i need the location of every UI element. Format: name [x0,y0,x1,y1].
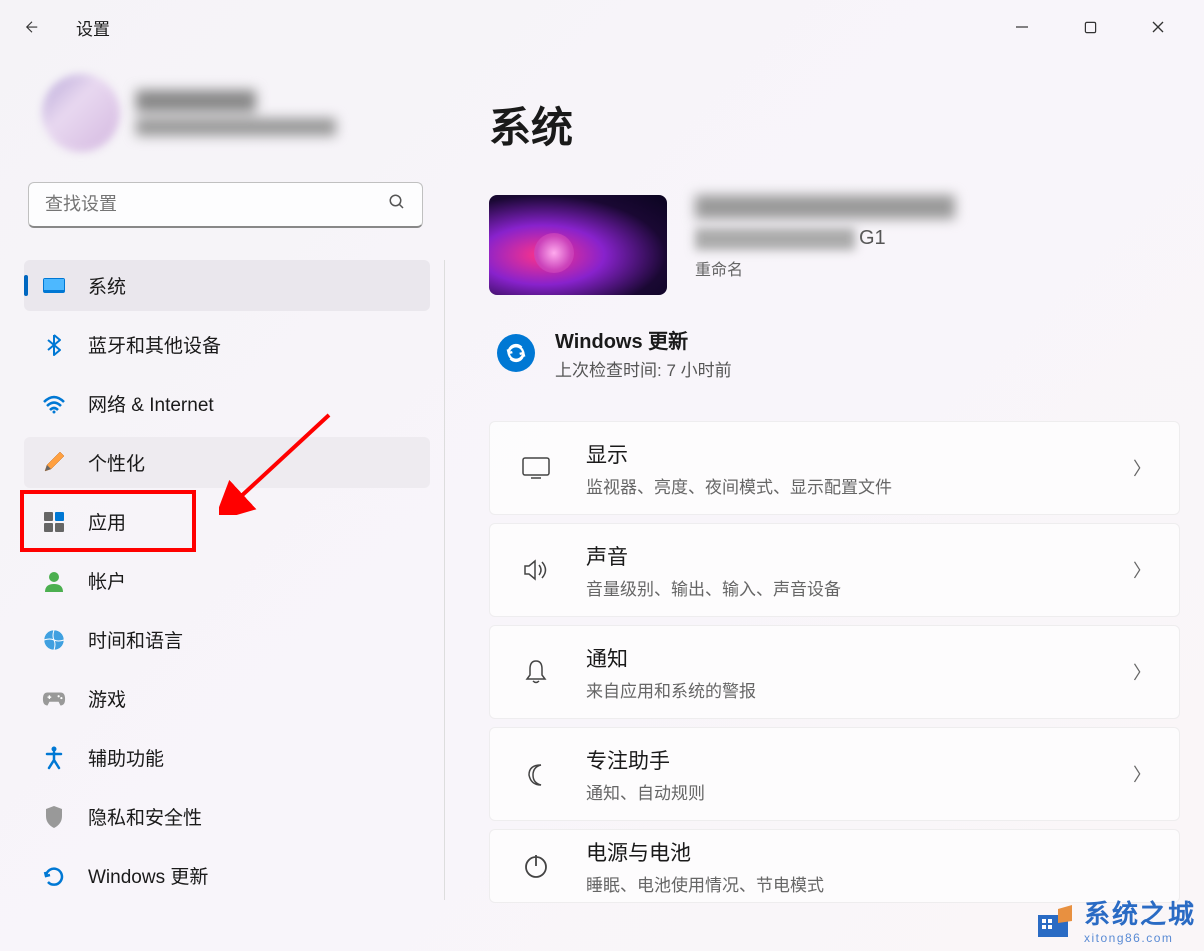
device-info-section: G1 重命名 [489,195,1180,295]
update-status-icon [497,334,535,372]
nav-gaming[interactable]: 游戏 [24,673,430,724]
card-power[interactable]: 电源与电池 睡眠、电池使用情况、节电模式 [489,829,1180,903]
window-controls [1002,7,1192,47]
nav-bluetooth[interactable]: 蓝牙和其他设备 [24,319,430,370]
card-sound[interactable]: 声音 音量级别、输出、输入、声音设备 〉 [489,523,1180,617]
watermark-url: xitong86.com [1084,931,1196,945]
nav-label: 网络 & Internet [88,390,214,417]
sidebar: 系统 蓝牙和其他设备 网络 & Internet 个性化 [0,54,445,951]
main-content: 系统 G1 重命名 Windows 更新 上次检查时间: 7 小时前 [445,54,1204,951]
chevron-right-icon: 〉 [1133,659,1151,685]
gaming-icon [42,687,66,711]
nav-label: 辅助功能 [88,744,164,771]
accounts-icon [42,569,66,593]
user-info-redacted [136,90,336,136]
nav-label: 时间和语言 [88,626,183,653]
accessibility-icon [42,746,66,770]
nav-label: 个性化 [88,449,145,476]
nav-apps[interactable]: 应用 [24,496,430,547]
wallpaper-thumbnail[interactable] [489,195,667,295]
nav-accessibility[interactable]: 辅助功能 [24,732,430,783]
card-subtitle: 睡眠、电池使用情况、节电模式 [586,871,1151,896]
card-subtitle: 来自应用和系统的警报 [586,677,1133,702]
page-title: 系统 [489,94,1180,155]
system-icon [42,274,66,298]
nav-label: 蓝牙和其他设备 [88,331,221,358]
time-icon [42,628,66,652]
window-title: 设置 [76,15,110,40]
nav-label: 系统 [88,272,126,299]
update-subtitle: 上次检查时间: 7 小时前 [555,356,732,381]
close-button[interactable] [1138,7,1178,47]
nav-label: 应用 [88,508,126,535]
sound-icon [518,558,554,582]
focus-icon [518,761,554,787]
device-name-redacted [695,195,955,219]
card-title: 显示 [586,439,1133,469]
power-icon [518,853,554,879]
update-icon [42,864,66,888]
update-title: Windows 更新 [555,325,732,354]
card-focus[interactable]: 专注助手 通知、自动规则 〉 [489,727,1180,821]
privacy-icon [42,805,66,829]
apps-icon [42,510,66,534]
card-subtitle: 通知、自动规则 [586,779,1133,804]
watermark-logo-icon [1034,899,1076,941]
nav-system[interactable]: 系统 [24,260,430,311]
nav-privacy[interactable]: 隐私和安全性 [24,791,430,842]
nav-windows-update[interactable]: Windows 更新 [24,850,430,901]
device-suffix: G1 [859,227,886,250]
user-profile[interactable] [24,74,445,152]
network-icon [42,392,66,416]
search-input[interactable] [45,194,388,215]
chevron-right-icon: 〉 [1133,455,1151,481]
windows-update-status[interactable]: Windows 更新 上次检查时间: 7 小时前 [489,325,1180,381]
watermark: 系统之城 xitong86.com [1034,894,1196,945]
titlebar: 设置 [0,0,1204,54]
card-subtitle: 监视器、亮度、夜间模式、显示配置文件 [586,473,1133,498]
personalization-icon [42,451,66,475]
watermark-title: 系统之城 [1084,894,1196,931]
nav-list: 系统 蓝牙和其他设备 网络 & Internet 个性化 [24,260,445,900]
nav-label: 游戏 [88,685,126,712]
rename-link[interactable]: 重命名 [695,256,1180,280]
search-icon [388,193,406,216]
card-title: 通知 [586,643,1133,673]
nav-time[interactable]: 时间和语言 [24,614,430,665]
search-box[interactable] [28,182,423,228]
card-title: 电源与电池 [586,837,1151,867]
device-model-redacted [695,228,855,250]
bluetooth-icon [42,333,66,357]
card-notifications[interactable]: 通知 来自应用和系统的警报 〉 [489,625,1180,719]
card-title: 声音 [586,541,1133,571]
maximize-button[interactable] [1070,7,1110,47]
nav-network[interactable]: 网络 & Internet [24,378,430,429]
avatar [42,74,120,152]
display-icon [518,456,554,480]
card-title: 专注助手 [586,745,1133,775]
nav-accounts[interactable]: 帐户 [24,555,430,606]
minimize-button[interactable] [1002,7,1042,47]
nav-label: Windows 更新 [88,862,208,889]
back-button[interactable] [12,7,52,47]
card-display[interactable]: 显示 监视器、亮度、夜间模式、显示配置文件 〉 [489,421,1180,515]
chevron-right-icon: 〉 [1133,761,1151,787]
notifications-icon [518,659,554,685]
nav-personalization[interactable]: 个性化 [24,437,430,488]
nav-label: 隐私和安全性 [88,803,202,830]
nav-label: 帐户 [88,567,126,594]
card-subtitle: 音量级别、输出、输入、声音设备 [586,575,1133,600]
chevron-right-icon: 〉 [1133,557,1151,583]
